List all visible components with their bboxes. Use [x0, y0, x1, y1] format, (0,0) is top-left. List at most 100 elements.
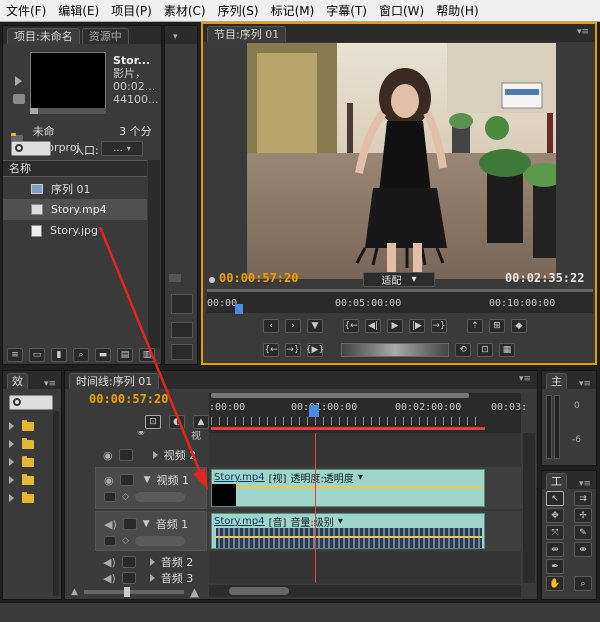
prev-edit-icon[interactable]: {← — [263, 343, 279, 357]
extract-icon[interactable]: ⊞ — [489, 319, 505, 333]
timeline-current-time[interactable]: 00:00:57:20 — [89, 392, 168, 406]
new-item-icon[interactable]: ▤ — [117, 348, 133, 362]
effects-scrollbar[interactable] — [53, 411, 59, 596]
razor-icon[interactable]: ✎ — [574, 525, 592, 540]
speaker-icon[interactable]: ◀) — [103, 572, 116, 585]
timeline-playhead-icon[interactable] — [309, 405, 319, 417]
display-style-icon[interactable] — [104, 536, 116, 546]
add-marker-icon[interactable]: ▲ — [193, 415, 209, 429]
menu-title[interactable]: 字幕(T) — [326, 2, 367, 19]
lock-icon[interactable] — [121, 572, 136, 584]
poster-frame-icon[interactable] — [13, 94, 25, 104]
expand-icon[interactable] — [149, 558, 155, 566]
menu-marker[interactable]: 标记(M) — [271, 2, 315, 19]
project-scrollbar[interactable] — [148, 160, 160, 348]
menu-project[interactable]: 项目(P) — [111, 2, 152, 19]
chevron-down-icon[interactable]: ▾ — [358, 472, 363, 483]
search-input[interactable] — [11, 141, 51, 156]
display-style-icon[interactable] — [104, 492, 116, 502]
go-to-out-icon[interactable]: →} — [431, 319, 447, 333]
source-control[interactable] — [171, 294, 193, 314]
rate-stretch-icon[interactable]: ⤧ — [546, 525, 564, 540]
playhead-line[interactable] — [315, 433, 316, 583]
tab-tools[interactable]: 工 — [546, 473, 567, 489]
icon-view-icon[interactable]: ▭ — [29, 348, 45, 362]
mark-out-icon[interactable]: › — [285, 319, 301, 333]
speaker-icon[interactable]: ◀) — [104, 518, 117, 531]
effects-folder[interactable] — [9, 471, 34, 489]
play-in-out-icon[interactable]: {▶} — [306, 343, 324, 357]
lift-icon[interactable]: ⇡ — [467, 319, 483, 333]
loop-icon[interactable]: ⟲ — [455, 343, 471, 357]
track-area[interactable]: Story.mp4 [视] 透明度:透明度 ▾ Story.mp4 [音] 音量… — [209, 433, 521, 583]
work-area-bar[interactable] — [211, 393, 469, 398]
entry-dropdown[interactable]: ... ▾ — [101, 141, 143, 156]
safe-margins-icon[interactable]: ⊡ — [477, 343, 493, 357]
pen-icon[interactable]: ✒ — [546, 559, 564, 574]
expand-icon[interactable] — [9, 476, 14, 484]
speaker-icon[interactable]: ◀) — [103, 556, 116, 569]
rolling-edit-icon[interactable]: ✢ — [574, 508, 592, 523]
ripple-edit-icon[interactable]: ✥ — [546, 508, 564, 523]
list-view-icon[interactable]: ≡ — [7, 348, 23, 362]
panel-menu-icon[interactable]: ▾ — [173, 32, 178, 42]
list-item[interactable]: Story.mp4 — [3, 199, 147, 220]
audio-clip[interactable]: Story.mp4 [音] 音量:级别 ▾ — [211, 513, 485, 549]
lock-icon[interactable] — [118, 449, 133, 461]
column-header-name[interactable]: 名称 — [3, 160, 147, 177]
effects-folder[interactable] — [9, 435, 34, 453]
menu-file[interactable]: 文件(F) — [6, 2, 46, 19]
panel-menu-icon[interactable]: ▾≡ — [577, 27, 589, 37]
zoom-out-icon[interactable]: ▲ — [71, 587, 78, 597]
source-control[interactable] — [171, 322, 193, 338]
expand-icon[interactable] — [9, 440, 14, 448]
track-select-icon[interactable]: ⇉ — [574, 491, 592, 506]
marker-icon[interactable]: ◐ — [169, 415, 185, 429]
eye-icon[interactable]: ◉ — [137, 431, 145, 437]
trash-icon[interactable]: ▥ — [139, 348, 155, 362]
keyframe-navigator[interactable] — [134, 492, 185, 502]
keyframe-navigator[interactable] — [134, 536, 185, 546]
menu-sequence[interactable]: 序列(S) — [218, 2, 259, 19]
tab-program[interactable]: 节目:序列 01 — [207, 26, 287, 42]
tab-resources[interactable]: 资源中 — [81, 28, 129, 44]
lock-icon[interactable] — [122, 518, 137, 530]
opacity-line[interactable] — [236, 486, 484, 488]
mark-in-icon[interactable]: ‹ — [263, 319, 279, 333]
source-control[interactable] — [171, 344, 193, 360]
fit-dropdown[interactable]: 适配 ▾ — [363, 272, 435, 287]
export-frame-icon[interactable]: ◆ — [511, 319, 527, 333]
collapse-icon[interactable]: ▼ — [143, 519, 150, 529]
zoom-slider[interactable] — [83, 587, 184, 597]
menu-help[interactable]: 帮助(H) — [436, 2, 478, 19]
effects-folder[interactable] — [9, 417, 34, 435]
new-bin-icon[interactable]: ▬ — [95, 348, 111, 362]
set-marker-icon[interactable]: ▼ — [307, 319, 323, 333]
timeline-hscroll[interactable] — [209, 585, 521, 597]
lock-icon[interactable] — [121, 556, 136, 568]
snap-icon[interactable]: ⊡ — [145, 415, 161, 429]
output-icon[interactable]: ▦ — [499, 343, 515, 357]
menu-window[interactable]: 窗口(W) — [379, 2, 424, 19]
playhead-icon[interactable] — [235, 304, 243, 314]
program-current-time[interactable]: 00:00:57:20 — [219, 271, 298, 285]
panel-menu-icon[interactable]: ▾≡ — [519, 374, 531, 384]
collapse-icon[interactable]: ▼ — [144, 475, 151, 485]
zoom-in-icon[interactable]: ▲ — [190, 585, 199, 599]
video-clip[interactable]: Story.mp4 [视] 透明度:透明度 ▾ — [211, 469, 485, 507]
menu-clip[interactable]: 素材(C) — [164, 2, 206, 19]
effects-folder[interactable] — [9, 489, 34, 507]
step-forward-icon[interactable]: |▶ — [409, 319, 425, 333]
automate-icon[interactable]: ▮ — [51, 348, 67, 362]
go-to-in-icon[interactable]: {← — [343, 319, 359, 333]
expand-icon[interactable] — [9, 494, 14, 502]
timeline-ruler[interactable]: :00:00 00:01:00:00 00:02:00:00 00:03: — [209, 393, 527, 433]
menu-edit[interactable]: 编辑(E) — [58, 2, 99, 19]
lock-icon[interactable] — [119, 474, 134, 486]
hand-icon[interactable]: ✋ — [546, 576, 564, 591]
find-icon[interactable]: ⌕ — [73, 348, 89, 362]
tab-audio-master[interactable]: 主 — [546, 373, 567, 389]
list-item[interactable]: Story.jpg — [3, 220, 147, 241]
chevron-down-icon[interactable]: ▾ — [338, 516, 343, 527]
eye-icon[interactable]: ◉ — [104, 474, 114, 487]
